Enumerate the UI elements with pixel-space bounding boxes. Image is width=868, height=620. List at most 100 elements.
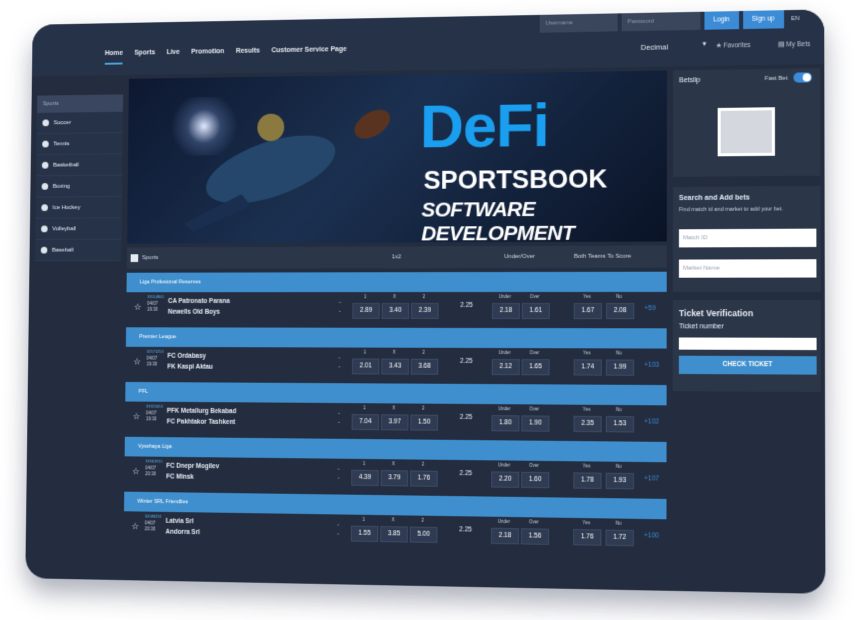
- odds-button[interactable]: 1.76: [573, 529, 602, 546]
- dash: -: [338, 410, 341, 417]
- odds-button[interactable]: 1.78: [573, 472, 602, 489]
- more-markets-link[interactable]: +102: [644, 418, 659, 425]
- favorite-star-icon[interactable]: ☆: [133, 411, 141, 422]
- odds-label: X: [392, 349, 396, 355]
- table-row[interactable]: ☆ 32571253 04/07 19:30 FC Ordabasy FK Kaspi A…: [126, 347, 667, 381]
- sidebar-item-soccer[interactable]: Soccer: [36, 111, 123, 135]
- banner-headline: DeFi: [419, 91, 549, 162]
- baseball-icon: [40, 246, 48, 254]
- odds-button[interactable]: 1.61: [521, 303, 550, 320]
- more-markets-link[interactable]: +59: [644, 305, 655, 312]
- total-line: 2.25: [460, 357, 473, 365]
- odds-button[interactable]: 1.53: [605, 416, 635, 433]
- sidebar-item-ice-hockey[interactable]: Ice Hockey: [35, 196, 122, 219]
- sidebar-item-label: Ice Hockey: [52, 204, 81, 211]
- table-row[interactable]: ☆ 33961915 04/07 20:30 FC Dnepr Mogilev FC Mi…: [124, 456, 666, 495]
- promo-banner[interactable]: DeFi SPORTSBOOK SOFTWARE DEVELOPMENT: [127, 70, 667, 244]
- volleyball-icon: [41, 225, 48, 233]
- login-button[interactable]: Login: [704, 11, 739, 30]
- odds-button[interactable]: 1.93: [605, 472, 634, 490]
- odds-button[interactable]: 2.39: [411, 302, 439, 319]
- match-id-input[interactable]: Match ID: [678, 228, 817, 248]
- odds-format-value: Decimal: [640, 42, 669, 52]
- odds-button[interactable]: 1.99: [605, 359, 635, 376]
- nav-sports[interactable]: Sports: [134, 49, 155, 64]
- odds-button[interactable]: 3.68: [410, 358, 439, 375]
- fast-bet-toggle[interactable]: [793, 72, 812, 83]
- total-line: 2.25: [459, 413, 473, 422]
- odds-button[interactable]: 1.60: [521, 471, 550, 489]
- odds-button[interactable]: 1.67: [573, 303, 602, 320]
- nav-live[interactable]: Live: [166, 49, 179, 64]
- col-1x2: 1x2: [391, 254, 402, 261]
- odds-button[interactable]: 1.76: [410, 470, 438, 487]
- odds-button[interactable]: 2.35: [573, 415, 602, 433]
- more-markets-link[interactable]: +103: [644, 362, 659, 369]
- nav-results[interactable]: Results: [236, 48, 260, 63]
- sidebar-item-volleyball[interactable]: Volleyball: [35, 218, 122, 241]
- sidebar-item-baseball[interactable]: Baseball: [35, 239, 122, 262]
- odds-label: 1: [363, 349, 367, 355]
- odds-button[interactable]: 1.72: [605, 529, 634, 547]
- favorite-star-icon[interactable]: ☆: [131, 521, 139, 532]
- away-team: Newells Old Boys: [167, 308, 220, 316]
- match-id: 33961915: [145, 458, 163, 464]
- odds-button[interactable]: 2.18: [491, 302, 520, 320]
- odds-button[interactable]: 2.08: [605, 303, 635, 320]
- nav-home[interactable]: Home: [104, 49, 124, 65]
- match-time: 20:30: [145, 471, 157, 477]
- league-header[interactable]: Premier League: [125, 327, 667, 349]
- check-ticket-button[interactable]: CHECK TICKET: [678, 355, 817, 375]
- odds-button[interactable]: 2.12: [491, 359, 520, 376]
- password-input[interactable]: Password: [621, 11, 701, 32]
- odds-button[interactable]: 3.79: [380, 470, 409, 487]
- odds-button[interactable]: 3.43: [381, 358, 409, 375]
- ticket-number-input[interactable]: [678, 337, 817, 351]
- language-selector[interactable]: EN: [791, 10, 800, 28]
- odds-button[interactable]: 3.40: [381, 302, 410, 319]
- odds-label: No: [615, 407, 622, 413]
- odds-button[interactable]: 1.55: [350, 525, 379, 543]
- table-row[interactable]: ☆ 34586231 04/07 20:30 Latvia Srl Andorra Srl…: [124, 511, 667, 552]
- list-icon: ▤: [777, 41, 785, 49]
- market-name-input[interactable]: Market Name: [678, 259, 817, 278]
- favorite-star-icon[interactable]: ☆: [134, 302, 142, 313]
- odds-format-select[interactable]: Decimal ▼: [640, 42, 708, 52]
- odds-button[interactable]: 3.97: [380, 414, 409, 431]
- nav-customer-service[interactable]: Customer Service Page: [271, 46, 346, 62]
- league-header[interactable]: Liga Profesional Reserves: [126, 271, 667, 293]
- odds-button[interactable]: 1.50: [410, 414, 439, 431]
- sidebar-item-tennis[interactable]: Tennis: [36, 133, 123, 156]
- more-markets-link[interactable]: +107: [644, 475, 659, 482]
- signup-button[interactable]: Sign up: [742, 10, 784, 30]
- odds-button[interactable]: 1.74: [573, 359, 602, 376]
- odds-button[interactable]: 1.90: [521, 415, 550, 432]
- odds-label: 2: [422, 349, 425, 355]
- my-bets-link[interactable]: ▤ My Bets: [778, 40, 810, 49]
- odds-button[interactable]: 2.18: [490, 527, 519, 545]
- sidebar-item-boxing[interactable]: Boxing: [35, 175, 123, 198]
- odds-button[interactable]: 4.39: [351, 469, 379, 487]
- username-input[interactable]: Username: [539, 13, 618, 33]
- odds-button[interactable]: 1.56: [520, 528, 550, 545]
- total-line: 2.25: [459, 526, 472, 534]
- table-header: Sports 1x2 Under/Over Both Teams To Scor…: [126, 245, 667, 269]
- nav-promotion[interactable]: Promotion: [191, 48, 224, 63]
- table-row[interactable]: ☆ 33514865 04/07 19:30 CA Patronato Parana Ne…: [126, 292, 667, 324]
- sidebar-item-basketball[interactable]: Basketball: [36, 154, 123, 177]
- odds-button[interactable]: 3.85: [380, 526, 408, 543]
- table-row[interactable]: ☆ 33321453 04/07 19:30 PFK Metallurg Bekabad…: [125, 402, 667, 438]
- odds-button[interactable]: 5.00: [409, 526, 438, 544]
- odds-button[interactable]: 2.89: [352, 302, 380, 319]
- favorite-star-icon[interactable]: ☆: [132, 466, 140, 477]
- match-teams: Latvia Srl Andorra Srl: [166, 516, 200, 538]
- odds-button[interactable]: 1.80: [491, 415, 520, 432]
- odds-button[interactable]: 1.65: [521, 359, 550, 376]
- favorites-link[interactable]: ★ Favorites: [716, 41, 751, 50]
- favorite-star-icon[interactable]: ☆: [133, 357, 141, 368]
- match-day: 04/07: [146, 355, 158, 361]
- odds-button[interactable]: 2.01: [351, 358, 380, 375]
- odds-button[interactable]: 7.04: [351, 414, 380, 431]
- odds-button[interactable]: 2.20: [491, 471, 520, 488]
- more-markets-link[interactable]: +100: [644, 532, 659, 539]
